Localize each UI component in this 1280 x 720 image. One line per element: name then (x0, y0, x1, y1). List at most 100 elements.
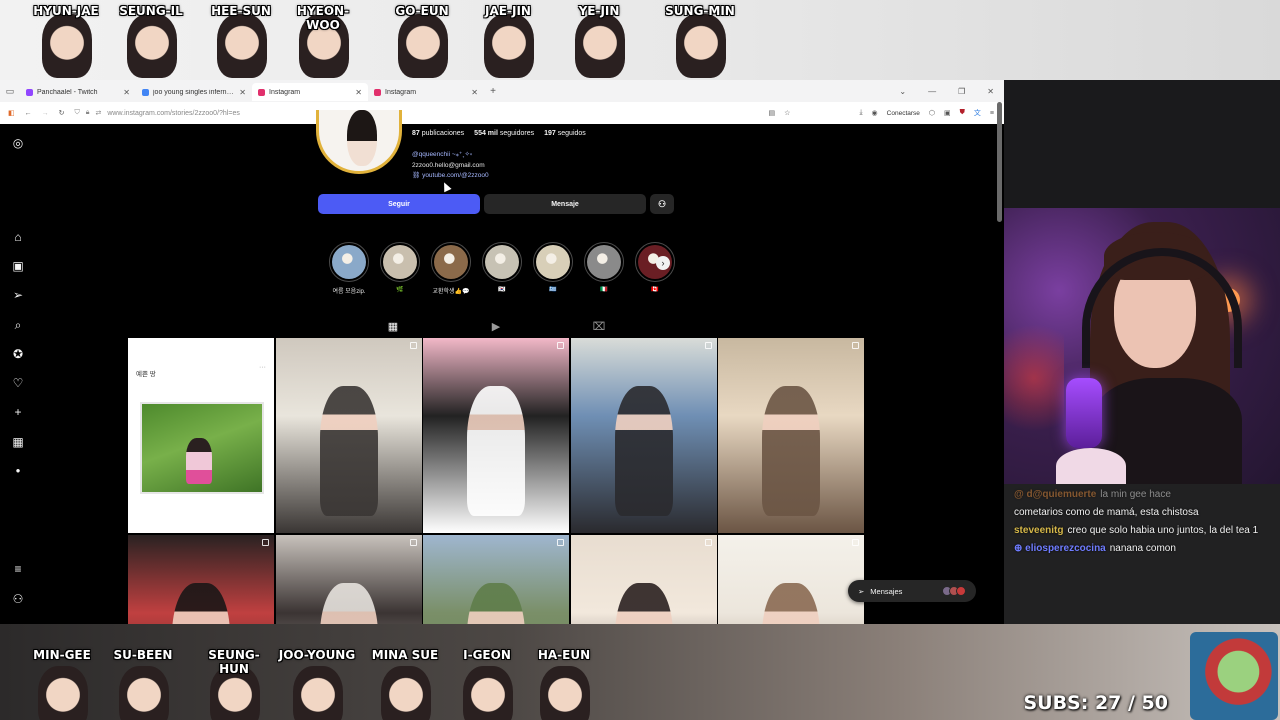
tab-close-icon[interactable]: ✕ (123, 88, 130, 97)
overlay-top-band: HYUN-JAE SEUNG-IL HEE-SUN HYEON-WOO GO-EUN JA… (0, 0, 1280, 80)
post-thumbnail[interactable] (570, 338, 717, 533)
threads-icon[interactable]: ⚇ (11, 592, 25, 606)
post-thumbnail[interactable] (275, 534, 422, 624)
cast-photo (398, 14, 448, 78)
tab-favicon-icon (258, 88, 265, 96)
cast-member-card: MIN-GEE (22, 648, 102, 720)
cast-name: HEE-SUN (211, 4, 271, 18)
chat-username[interactable]: steveenitg (1014, 525, 1063, 536)
post-thumbnail[interactable] (423, 534, 569, 624)
story-highlight[interactable]: 🌿 (377, 242, 423, 293)
bio-external-link[interactable]: ⛓︎ youtube.com/@2zzoo0 (412, 171, 489, 182)
close-window-icon[interactable]: ✕ (987, 87, 994, 96)
reels-icon[interactable]: ▣ (11, 259, 25, 273)
tab-tagged-icon[interactable]: ⌧ (592, 320, 606, 334)
suggested-users-button[interactable]: ⚇ (650, 194, 674, 214)
browser-tab[interactable]: Instagram ✕ (252, 83, 368, 101)
cast-member-card: SEUNG-IL (111, 0, 191, 80)
tab-favicon-icon (142, 88, 149, 96)
save-icon[interactable]: ▣ (944, 109, 951, 117)
reader-view-icon[interactable]: ▤ (769, 109, 776, 117)
tab-close-icon[interactable]: ✕ (239, 88, 246, 97)
post-subject (319, 386, 378, 516)
follow-button[interactable]: Seguir (318, 194, 480, 214)
profile-avatar-icon[interactable]: ● (11, 464, 25, 478)
ublock-icon[interactable]: ⛊ (960, 109, 965, 117)
story-highlight[interactable]: 교환학생👍💬 (428, 242, 474, 295)
tab-list-icon[interactable]: ▭ (0, 86, 20, 97)
account-icon[interactable]: ◉ (872, 109, 878, 117)
profile-avatar[interactable] (316, 110, 402, 174)
menu-icon[interactable]: ≡ (990, 110, 994, 117)
home-icon[interactable]: ⌂ (11, 230, 25, 244)
carousel-icon (262, 538, 269, 546)
tab-reels-icon[interactable]: ▶ (489, 320, 503, 334)
cast-photo (575, 14, 625, 78)
url-text[interactable]: www.instagram.com/stories/2zzoo0/?hl=es (107, 110, 239, 117)
post-subject (319, 582, 378, 624)
more-menu-icon[interactable]: ≡ (11, 562, 25, 576)
reload-icon[interactable]: ↻ (59, 109, 65, 117)
highlight-label: 🇬🇷 (549, 287, 557, 293)
cast-name: YE-JIN (578, 4, 620, 18)
direct-message-icon[interactable]: ➢ (11, 288, 25, 302)
back-icon[interactable]: ← (25, 110, 32, 117)
cast-photo (119, 666, 169, 720)
cast-member-card: I-GEON (447, 648, 527, 720)
explore-compass-icon[interactable]: ✪ (11, 347, 25, 361)
forward-icon[interactable]: → (42, 110, 49, 117)
post-thumbnail[interactable] (718, 338, 864, 533)
followers-stat[interactable]: 554 mil seguidores (474, 130, 534, 137)
chat-message: @ d@quiemuerte la min gee hace (1014, 486, 1270, 504)
page-scrollbar[interactable] (997, 102, 1002, 222)
more-dots-icon: ··· (259, 364, 266, 371)
translate-icon[interactable]: 文 (974, 108, 981, 118)
instagram-logo-icon[interactable]: ◎ (11, 136, 25, 150)
posts-stat[interactable]: 87 publicaciones (412, 130, 464, 137)
post-thumbnail[interactable] (128, 534, 274, 624)
post-thumbnail[interactable] (570, 534, 717, 624)
story-highlight[interactable]: 🇨🇦 (632, 242, 678, 293)
chevron-down-icon[interactable]: ⌄ (899, 87, 906, 96)
post-thumbnail[interactable] (423, 338, 569, 533)
tab-close-icon[interactable]: ✕ (471, 88, 478, 97)
bio-handle-link[interactable]: @qqueenchii ~⁎⁺˳✧༚ (412, 150, 489, 161)
following-stat[interactable]: 197 seguidos (544, 130, 586, 137)
create-plus-icon[interactable]: + (11, 405, 25, 419)
bookmark-star-icon[interactable]: ☆ (784, 109, 790, 117)
new-tab-button[interactable]: + (484, 86, 502, 97)
search-icon[interactable]: ⌕ (11, 318, 25, 332)
post-thumbnail[interactable] (718, 534, 864, 624)
downloads-icon[interactable]: ⤓ (859, 109, 862, 117)
dashboard-icon[interactable]: ▦ (11, 435, 25, 449)
browser-tab[interactable]: joo young singles inferno insta ✕ (136, 83, 252, 101)
cast-name: HYEON-WOO (296, 4, 350, 32)
tab-close-icon[interactable]: ✕ (355, 88, 362, 97)
chat-username[interactable]: ⊕ eliosperezcocina (1014, 543, 1106, 554)
cast-photo (676, 14, 726, 78)
post-thumbnail[interactable] (275, 338, 422, 533)
tab-favicon-icon (26, 88, 33, 96)
notifications-heart-icon[interactable]: ♡ (11, 376, 25, 390)
story-highlight[interactable]: 여름 모음zip. (326, 242, 372, 295)
browser-tab[interactable]: Instagram ✕ (368, 83, 484, 101)
chat-text: la min gee hace (1100, 489, 1171, 500)
browser-tab[interactable]: Panchaalel - Twitch ✕ (20, 83, 136, 101)
story-highlight[interactable]: 🇬🇷 (530, 242, 576, 293)
carousel-icon (852, 342, 859, 349)
messages-pill[interactable]: ➢ Mensajes (848, 580, 976, 602)
stream-chat: @ d@quiemuerte la min gee hace cometarios … (1004, 484, 1280, 624)
highlights-next-arrow-icon[interactable]: › (656, 256, 670, 270)
minimize-icon[interactable]: — (928, 87, 936, 96)
connect-button[interactable]: Conectarse (887, 110, 920, 117)
chat-username[interactable]: @ d@quiemuerte (1014, 489, 1096, 500)
sidebar-toggle-icon[interactable]: ◧ (8, 109, 15, 117)
story-highlight[interactable]: 🇮🇹 (581, 242, 627, 293)
message-button[interactable]: Mensaje (484, 194, 646, 214)
tab-posts-grid-icon[interactable]: ▦ (386, 320, 400, 334)
restore-icon[interactable]: ❐ (958, 87, 965, 96)
extension-icon[interactable]: ⬡ (929, 109, 935, 117)
tab-label: Panchaalel - Twitch (37, 88, 98, 96)
story-highlight[interactable]: 🇰🇷 (479, 242, 525, 293)
post-thumbnail[interactable]: 예쁜 땅 ··· (128, 338, 274, 533)
